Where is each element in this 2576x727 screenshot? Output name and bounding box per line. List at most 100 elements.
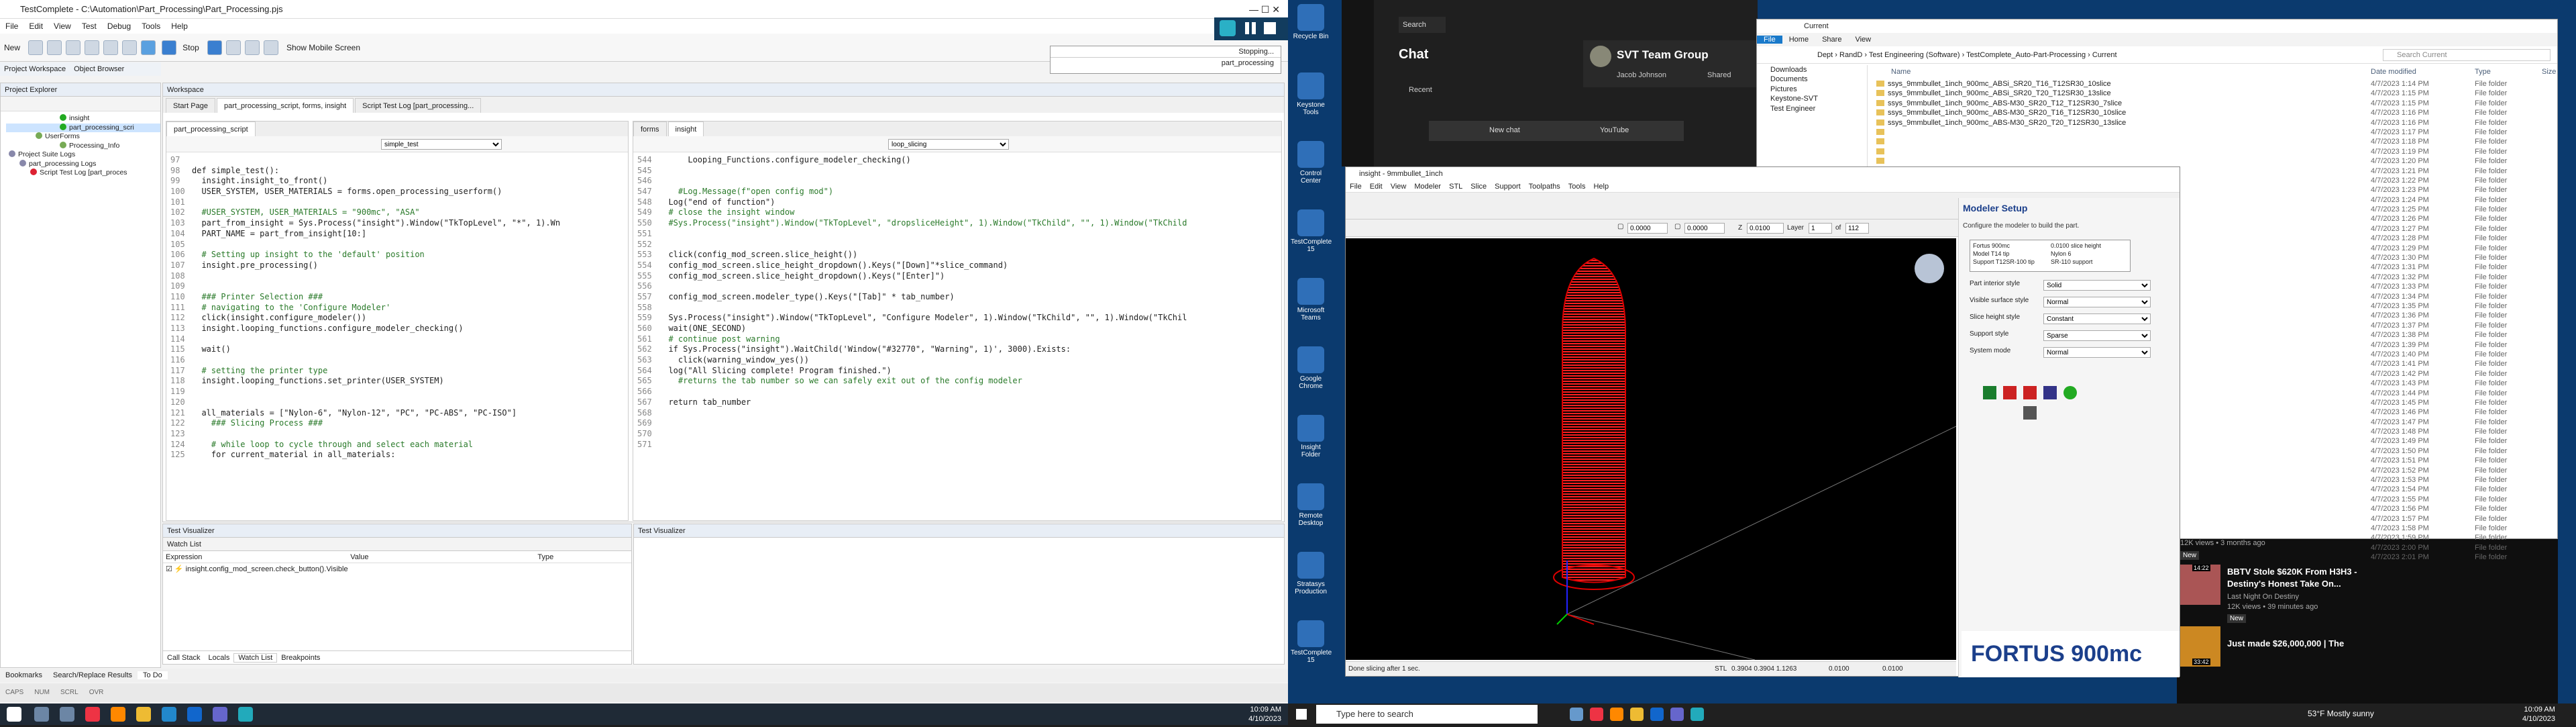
group-name[interactable]: SVT Team Group [1617, 48, 1709, 62]
video-thumbnail[interactable]: 33:42 [2180, 626, 2220, 667]
option-dropdown[interactable]: Sparse [2043, 330, 2151, 341]
task-view-icon[interactable] [60, 707, 75, 722]
vscode-icon[interactable] [162, 707, 177, 722]
menu-toolpaths[interactable]: Toolpaths [1525, 183, 1564, 191]
stop-button[interactable]: Stop [182, 40, 199, 55]
firefox-icon[interactable] [1610, 708, 1623, 721]
file-row[interactable]: ssys_9mmbullet_1inch_900mc_ABSi_SR20_T16… [1871, 79, 2555, 89]
desktop-icon[interactable]: Google Chrome [1291, 346, 1331, 393]
desktop-icon[interactable]: Microsoft Teams [1291, 278, 1331, 325]
address-bar[interactable]: Dept › RandD › Test Engineering (Softwar… [1757, 46, 2557, 64]
menu-slice[interactable]: Slice [1466, 183, 1491, 191]
ribbon-view[interactable]: View [1848, 36, 1878, 44]
clock[interactable]: 10:09 AM 4/10/2023 [2522, 705, 2555, 724]
mobile-icon[interactable] [263, 40, 278, 55]
file-row[interactable]: ssys_9mmbullet_1inch_900mc_ABS-M30_SR20_… [1871, 118, 2555, 128]
video-title[interactable]: Just made $26,000,000 | The [2227, 638, 2375, 648]
tab-locals[interactable]: Locals [205, 654, 234, 662]
tab-new-chat[interactable]: New chat [1489, 126, 1520, 134]
tree-item[interactable]: insight [6, 114, 160, 124]
cut-icon[interactable] [66, 40, 81, 55]
nav-downloads[interactable]: Downloads [1757, 65, 1867, 75]
layer-field[interactable] [1809, 223, 1832, 234]
tab-project-workspace[interactable]: Project Workspace [0, 65, 70, 73]
build-icon[interactable] [2063, 386, 2077, 399]
video-channel[interactable]: Last Night On Destiny [2227, 593, 2299, 601]
tab-start-page[interactable]: Start Page [166, 98, 215, 113]
log-item[interactable]: Script Test Log [part_proces [6, 168, 160, 178]
menu-view[interactable]: View [48, 19, 76, 34]
z-field[interactable] [1747, 223, 1784, 234]
menu-view[interactable]: View [1387, 183, 1411, 191]
desktop-icon[interactable]: TestComplete 15 [1291, 620, 1332, 667]
menu-help[interactable]: Help [166, 19, 193, 34]
pause-icon[interactable] [207, 40, 222, 55]
desktop-icon[interactable]: Remote Desktop [1291, 483, 1331, 530]
task-view-icon[interactable] [1570, 708, 1583, 721]
function-dropdown[interactable]: loop_slicing [888, 139, 1009, 150]
window-controls[interactable]: — ☐ ✕ [1249, 4, 1280, 15]
ribbon-share[interactable]: Share [1815, 36, 1848, 44]
outlook-icon[interactable] [187, 707, 203, 722]
tree-item[interactable]: Project Suite Logs [6, 150, 160, 160]
tab-forms[interactable]: forms [633, 122, 667, 136]
col-name[interactable]: Name [1891, 68, 1911, 76]
desktop-icon[interactable]: TestComplete 15 [1291, 209, 1332, 256]
chrome-icon[interactable] [85, 707, 101, 722]
file-row[interactable]: ssys_9mmbullet_1inch_900mc_ABS-M30_SR20_… [1871, 108, 2555, 117]
explorer-icon[interactable] [136, 707, 152, 722]
search-input[interactable]: Search Current [2383, 49, 2551, 61]
option-dropdown[interactable]: Normal [2043, 297, 2151, 307]
nav-pictures[interactable]: Pictures [1757, 85, 1867, 94]
desktop-icon[interactable]: Control Center [1291, 141, 1331, 188]
testcomplete-icon[interactable] [238, 707, 254, 722]
chrome-icon[interactable] [1590, 708, 1603, 721]
outlook-icon[interactable] [1650, 708, 1664, 721]
menu-file[interactable]: File [0, 19, 23, 34]
explorer-icon[interactable] [1630, 708, 1644, 721]
pause-icon[interactable] [1252, 22, 1256, 34]
new-button[interactable]: New [4, 40, 20, 55]
option-dropdown[interactable]: Normal [2043, 347, 2151, 358]
watch-row[interactable]: ☑ ⚡ insight.config_mod_screen.check_butt… [163, 563, 631, 575]
menu-help[interactable]: Help [1589, 183, 1613, 191]
tab-bookmarks[interactable]: Bookmarks [0, 671, 48, 679]
ribbon-home[interactable]: Home [1782, 36, 1815, 44]
file-row[interactable]: ssys_9mmbullet_1inch_900mc_ABSi_SR20_T20… [1871, 89, 2555, 98]
desktop-icon[interactable]: Insight Folder [1291, 415, 1331, 462]
shared-tab[interactable]: Shared [1707, 71, 1731, 79]
show-mobile-screen-button[interactable]: Show Mobile Screen [286, 40, 360, 55]
video-thumbnail[interactable]: 14:22 [2180, 565, 2220, 605]
video-title[interactable]: BBTV Stole $620K From H3H3 - Destiny's H… [2227, 566, 2375, 590]
person-name[interactable]: Jacob Johnson [1617, 71, 1666, 79]
save-icon[interactable] [47, 40, 62, 55]
col-size[interactable]: Size [2542, 68, 2556, 76]
tree-item[interactable]: UserForms [6, 132, 160, 142]
menu-support[interactable]: Support [1491, 183, 1525, 191]
file-row[interactable]: 4/7/2023 1:18 PM File folder [1871, 137, 2555, 146]
search-input[interactable]: Search [1399, 17, 1446, 33]
windows-icon[interactable] [1296, 709, 1307, 720]
tab-part-processing-script[interactable]: part_processing_script [166, 122, 256, 136]
teams-icon[interactable] [1670, 708, 1684, 721]
view-orientation-icon[interactable] [1915, 254, 1944, 283]
nav-test-engineer[interactable]: Test Engineer [1757, 104, 1867, 113]
open-icon[interactable] [28, 40, 44, 55]
file-row[interactable]: 4/7/2023 1:20 PM File folder [1871, 156, 2555, 166]
tab-object-browser[interactable]: Object Browser [70, 65, 128, 73]
copy-icon[interactable] [85, 40, 100, 55]
desktop-icon[interactable]: Stratasys Production [1291, 552, 1331, 599]
paste-icon[interactable] [103, 40, 119, 55]
tab-breakpoints[interactable]: Breakpoints [277, 654, 324, 662]
step-icon[interactable] [225, 40, 241, 55]
flag-icon[interactable] [1983, 386, 1996, 399]
3d-viewport[interactable] [1346, 238, 1957, 661]
search-icon[interactable] [34, 707, 50, 722]
menu-tools[interactable]: Tools [136, 19, 166, 34]
file-row[interactable]: 4/7/2023 1:17 PM File folder [1871, 128, 2555, 137]
function-dropdown[interactable]: simple_test [381, 139, 502, 150]
menu-tools[interactable]: Tools [1564, 183, 1590, 191]
option-dropdown[interactable]: Constant [2043, 313, 2151, 324]
col-type[interactable]: Type [2475, 68, 2491, 76]
testcomplete-icon[interactable] [1690, 708, 1704, 721]
